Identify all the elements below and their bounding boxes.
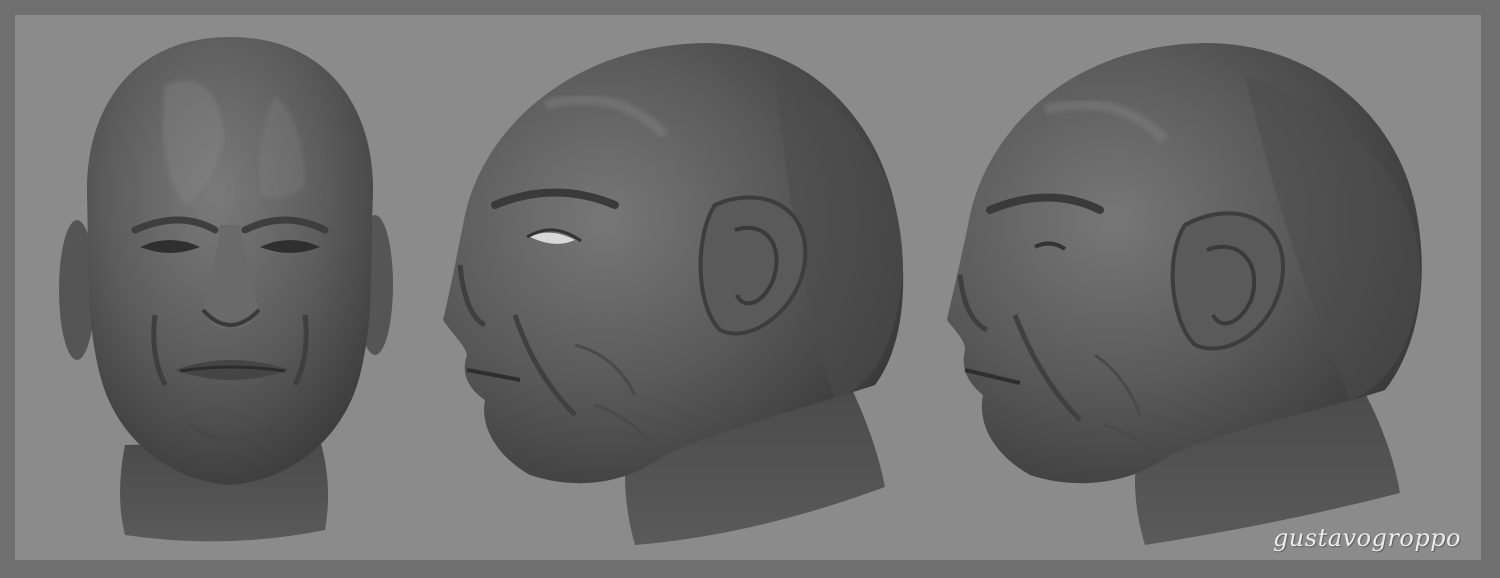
front-view-head <box>59 37 393 542</box>
render-sheet: gustavogroppo <box>0 0 1500 578</box>
three-quarter-view-head <box>443 43 904 545</box>
artist-watermark: gustavogroppo <box>1272 524 1461 552</box>
side-view-head <box>947 43 1422 545</box>
sculpt-render-canvas <box>59 37 1422 545</box>
render-panel: gustavogroppo <box>15 15 1481 560</box>
